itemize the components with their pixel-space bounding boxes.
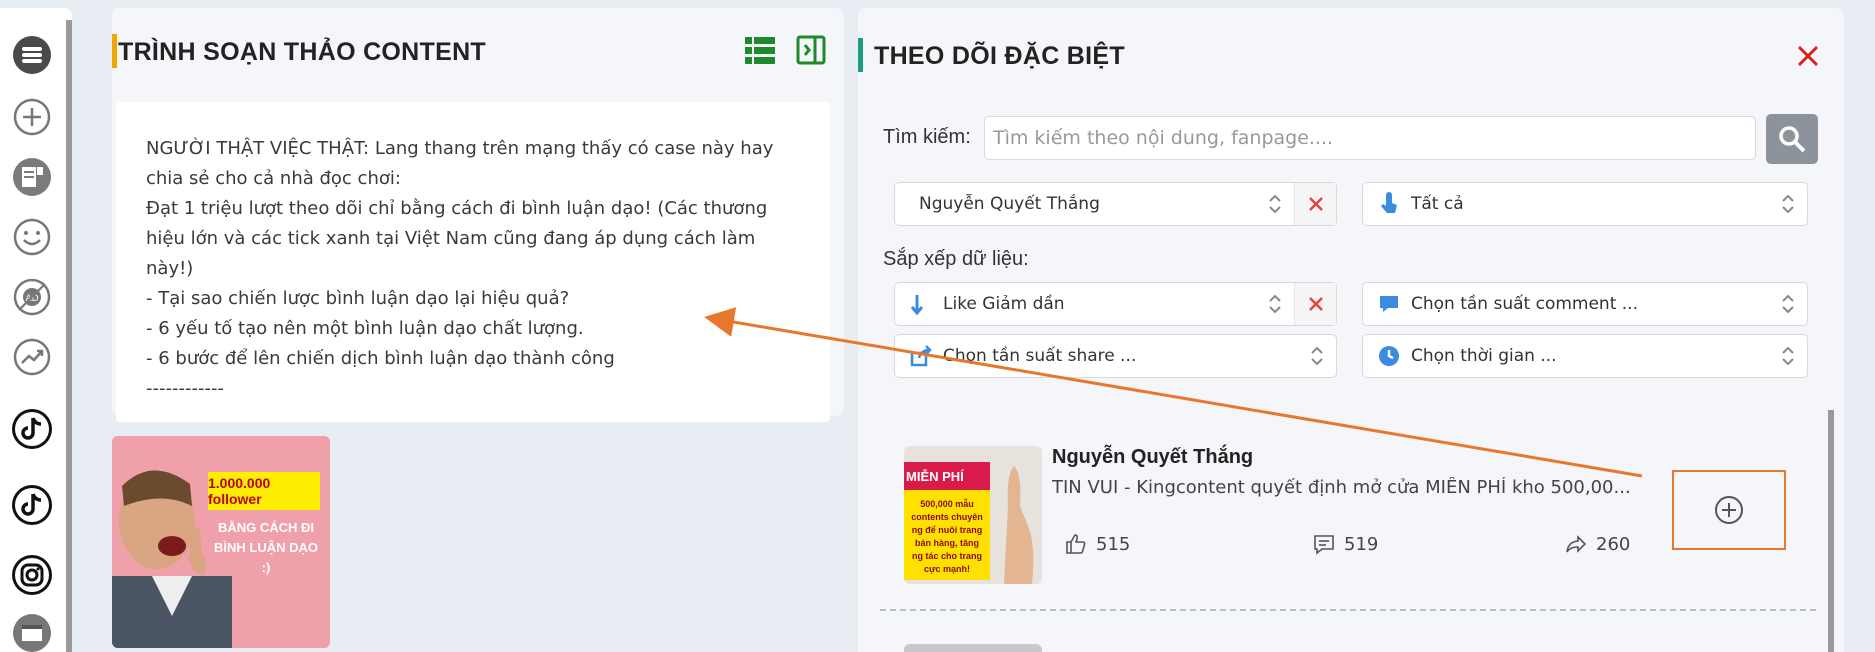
- trend-icon[interactable]: [11, 336, 53, 378]
- editor-line: Đạt 1 triệu lượt theo dõi chỉ bằng cách …: [146, 198, 768, 219]
- list-icon[interactable]: [11, 34, 53, 76]
- type-filter-value: Tất cả: [1411, 194, 1464, 214]
- editor-title: TRÌNH SOẠN THẢO CONTENT: [118, 38, 486, 66]
- editor-line: hiệu lớn và các tick xanh tại Việt Nam c…: [146, 228, 756, 249]
- editor-line: ------------: [146, 378, 224, 399]
- attached-image[interactable]: 1.000.000 follower BẰNG CÁCH ĐI BÌNH LUẬ…: [112, 436, 330, 648]
- list-item-next[interactable]: [904, 644, 1042, 652]
- sidebar-scrollbar[interactable]: [66, 20, 72, 652]
- clear-icon: [1308, 197, 1323, 211]
- instagram-icon[interactable]: [11, 554, 53, 596]
- clear-sort-like-button[interactable]: [1294, 283, 1336, 325]
- image-caption-top: 1.000.000 follower: [208, 475, 271, 507]
- list-view-icon[interactable]: [744, 34, 776, 66]
- list-scrollbar[interactable]: [1828, 410, 1834, 652]
- chevron-updown-icon: [1782, 346, 1794, 366]
- share-count: 260: [1564, 532, 1630, 556]
- editor-textarea[interactable]: NGƯỜI THẬT VIỆC THẬT: Lang thang trên mạ…: [116, 102, 830, 422]
- editor-line: NGƯỜI THẬT VIỆC THẬT: Lang thang trên mạ…: [146, 138, 774, 159]
- search-icon: [1779, 126, 1806, 153]
- chevron-updown-icon: [1782, 194, 1794, 214]
- editor-line: - Tại sao chiến lược bình luận dạo lại h…: [146, 288, 570, 309]
- chevron-updown-icon: [1782, 294, 1794, 314]
- sidebar: AD: [0, 8, 72, 652]
- collapse-panel-icon[interactable]: [796, 34, 826, 66]
- like-count: 515: [1064, 532, 1130, 556]
- share-value: 260: [1596, 533, 1631, 555]
- tiktok-icon[interactable]: [11, 408, 53, 450]
- thumb-badge: MIỄN PHÍ: [904, 462, 990, 490]
- sort-down-icon: [910, 295, 924, 316]
- like-value: 515: [1096, 533, 1131, 555]
- image-highlight-text: 1.000.000 follower: [208, 472, 320, 510]
- smile-icon[interactable]: [11, 216, 53, 258]
- title-accent-bar: [112, 34, 117, 68]
- title-accent-bar: [858, 38, 863, 72]
- comment-count: 519: [1312, 532, 1378, 556]
- comment-outline-icon: [1314, 535, 1334, 555]
- search-input[interactable]: Tìm kiếm theo nội dung, fanpage....: [984, 116, 1756, 160]
- ads-icon[interactable]: AD: [11, 276, 53, 318]
- image-caption-line: BẰNG CÁCH ĐI: [217, 520, 315, 535]
- tiktok-alt-icon[interactable]: [11, 484, 53, 526]
- comment-icon: [1380, 296, 1398, 312]
- hand-illustration: [1004, 466, 1034, 584]
- pointer-hand-icon: [1381, 192, 1397, 213]
- chevron-updown-icon: [1269, 194, 1281, 214]
- content-icon[interactable]: [11, 156, 53, 198]
- type-filter-select[interactable]: Tất cả: [1362, 182, 1808, 226]
- clear-author-button[interactable]: [1294, 183, 1336, 225]
- editor-line: - 6 bước để lên chiến dịch bình luận dạo…: [146, 348, 615, 369]
- plus-circle-icon[interactable]: [11, 96, 53, 138]
- sort-share-select[interactable]: Chọn tần suất share ...: [894, 334, 1337, 378]
- close-icon[interactable]: [1796, 44, 1820, 68]
- list-item[interactable]: MIỄN PHÍ 500,000 mẫu contents chuyên ng …: [904, 446, 1804, 586]
- image-caption-bottom: BẰNG CÁCH ĐI BÌNH LUẬN DẠO :): [212, 518, 320, 578]
- share-arrow-icon: [1566, 535, 1587, 553]
- author-filter-value: Nguyễn Quyết Thắng: [919, 194, 1100, 214]
- content-editor-panel: TRÌNH SOẠN THẢO CONTENT NGƯỜI THẬT VIỆC …: [112, 8, 844, 422]
- sort-time-value: Chọn thời gian ...: [1411, 346, 1557, 366]
- sort-share-value: Chọn tần suất share ...: [943, 346, 1137, 366]
- chevron-updown-icon: [1311, 346, 1323, 366]
- editor-line: này!): [146, 258, 194, 279]
- calendar-icon[interactable]: [11, 612, 53, 652]
- thumb-text: 500,000 mẫu contents chuyên ng để nuôi t…: [904, 490, 990, 580]
- comment-value: 519: [1344, 533, 1379, 555]
- clear-icon: [1308, 297, 1323, 311]
- share-icon: [910, 345, 932, 367]
- sort-like-value: Like Giảm dần: [943, 294, 1065, 314]
- chevron-updown-icon: [1269, 294, 1281, 314]
- sort-like-select[interactable]: Like Giảm dần: [894, 282, 1337, 326]
- post-text: TIN VUI - Kingcontent quyết định mở cửa …: [1052, 477, 1631, 498]
- image-caption-line: BÌNH LUẬN DẠO :): [214, 540, 318, 575]
- plus-circle-icon: [1715, 496, 1743, 524]
- search-label: Tìm kiếm:: [883, 126, 971, 148]
- thumbs-up-icon: [1066, 534, 1086, 554]
- add-to-editor-button[interactable]: [1672, 470, 1786, 550]
- sort-comment-select[interactable]: Chọn tần suất comment ...: [1362, 282, 1808, 326]
- post-author[interactable]: Nguyễn Quyết Thắng: [1052, 446, 1253, 469]
- editor-line: - 6 yếu tố tạo nên một bình luận dạo chấ…: [146, 318, 584, 339]
- sort-comment-value: Chọn tần suất comment ...: [1411, 294, 1638, 314]
- editor-content: NGƯỜI THẬT VIỆC THẬT: Lang thang trên mạ…: [146, 134, 806, 404]
- follow-title: THEO DÕI ĐẶC BIỆT: [874, 42, 1125, 70]
- list-divider: [880, 609, 1816, 611]
- author-filter-select[interactable]: Nguyễn Quyết Thắng: [894, 182, 1337, 226]
- sort-label: Sắp xếp dữ liệu:: [883, 248, 1029, 270]
- editor-line: chia sẻ cho cả nhà đọc chơi:: [146, 168, 401, 189]
- search-button[interactable]: [1766, 114, 1818, 164]
- post-thumbnail: MIỄN PHÍ 500,000 mẫu contents chuyên ng …: [904, 446, 1042, 584]
- sort-time-select[interactable]: Chọn thời gian ...: [1362, 334, 1808, 378]
- clock-icon: [1379, 346, 1399, 366]
